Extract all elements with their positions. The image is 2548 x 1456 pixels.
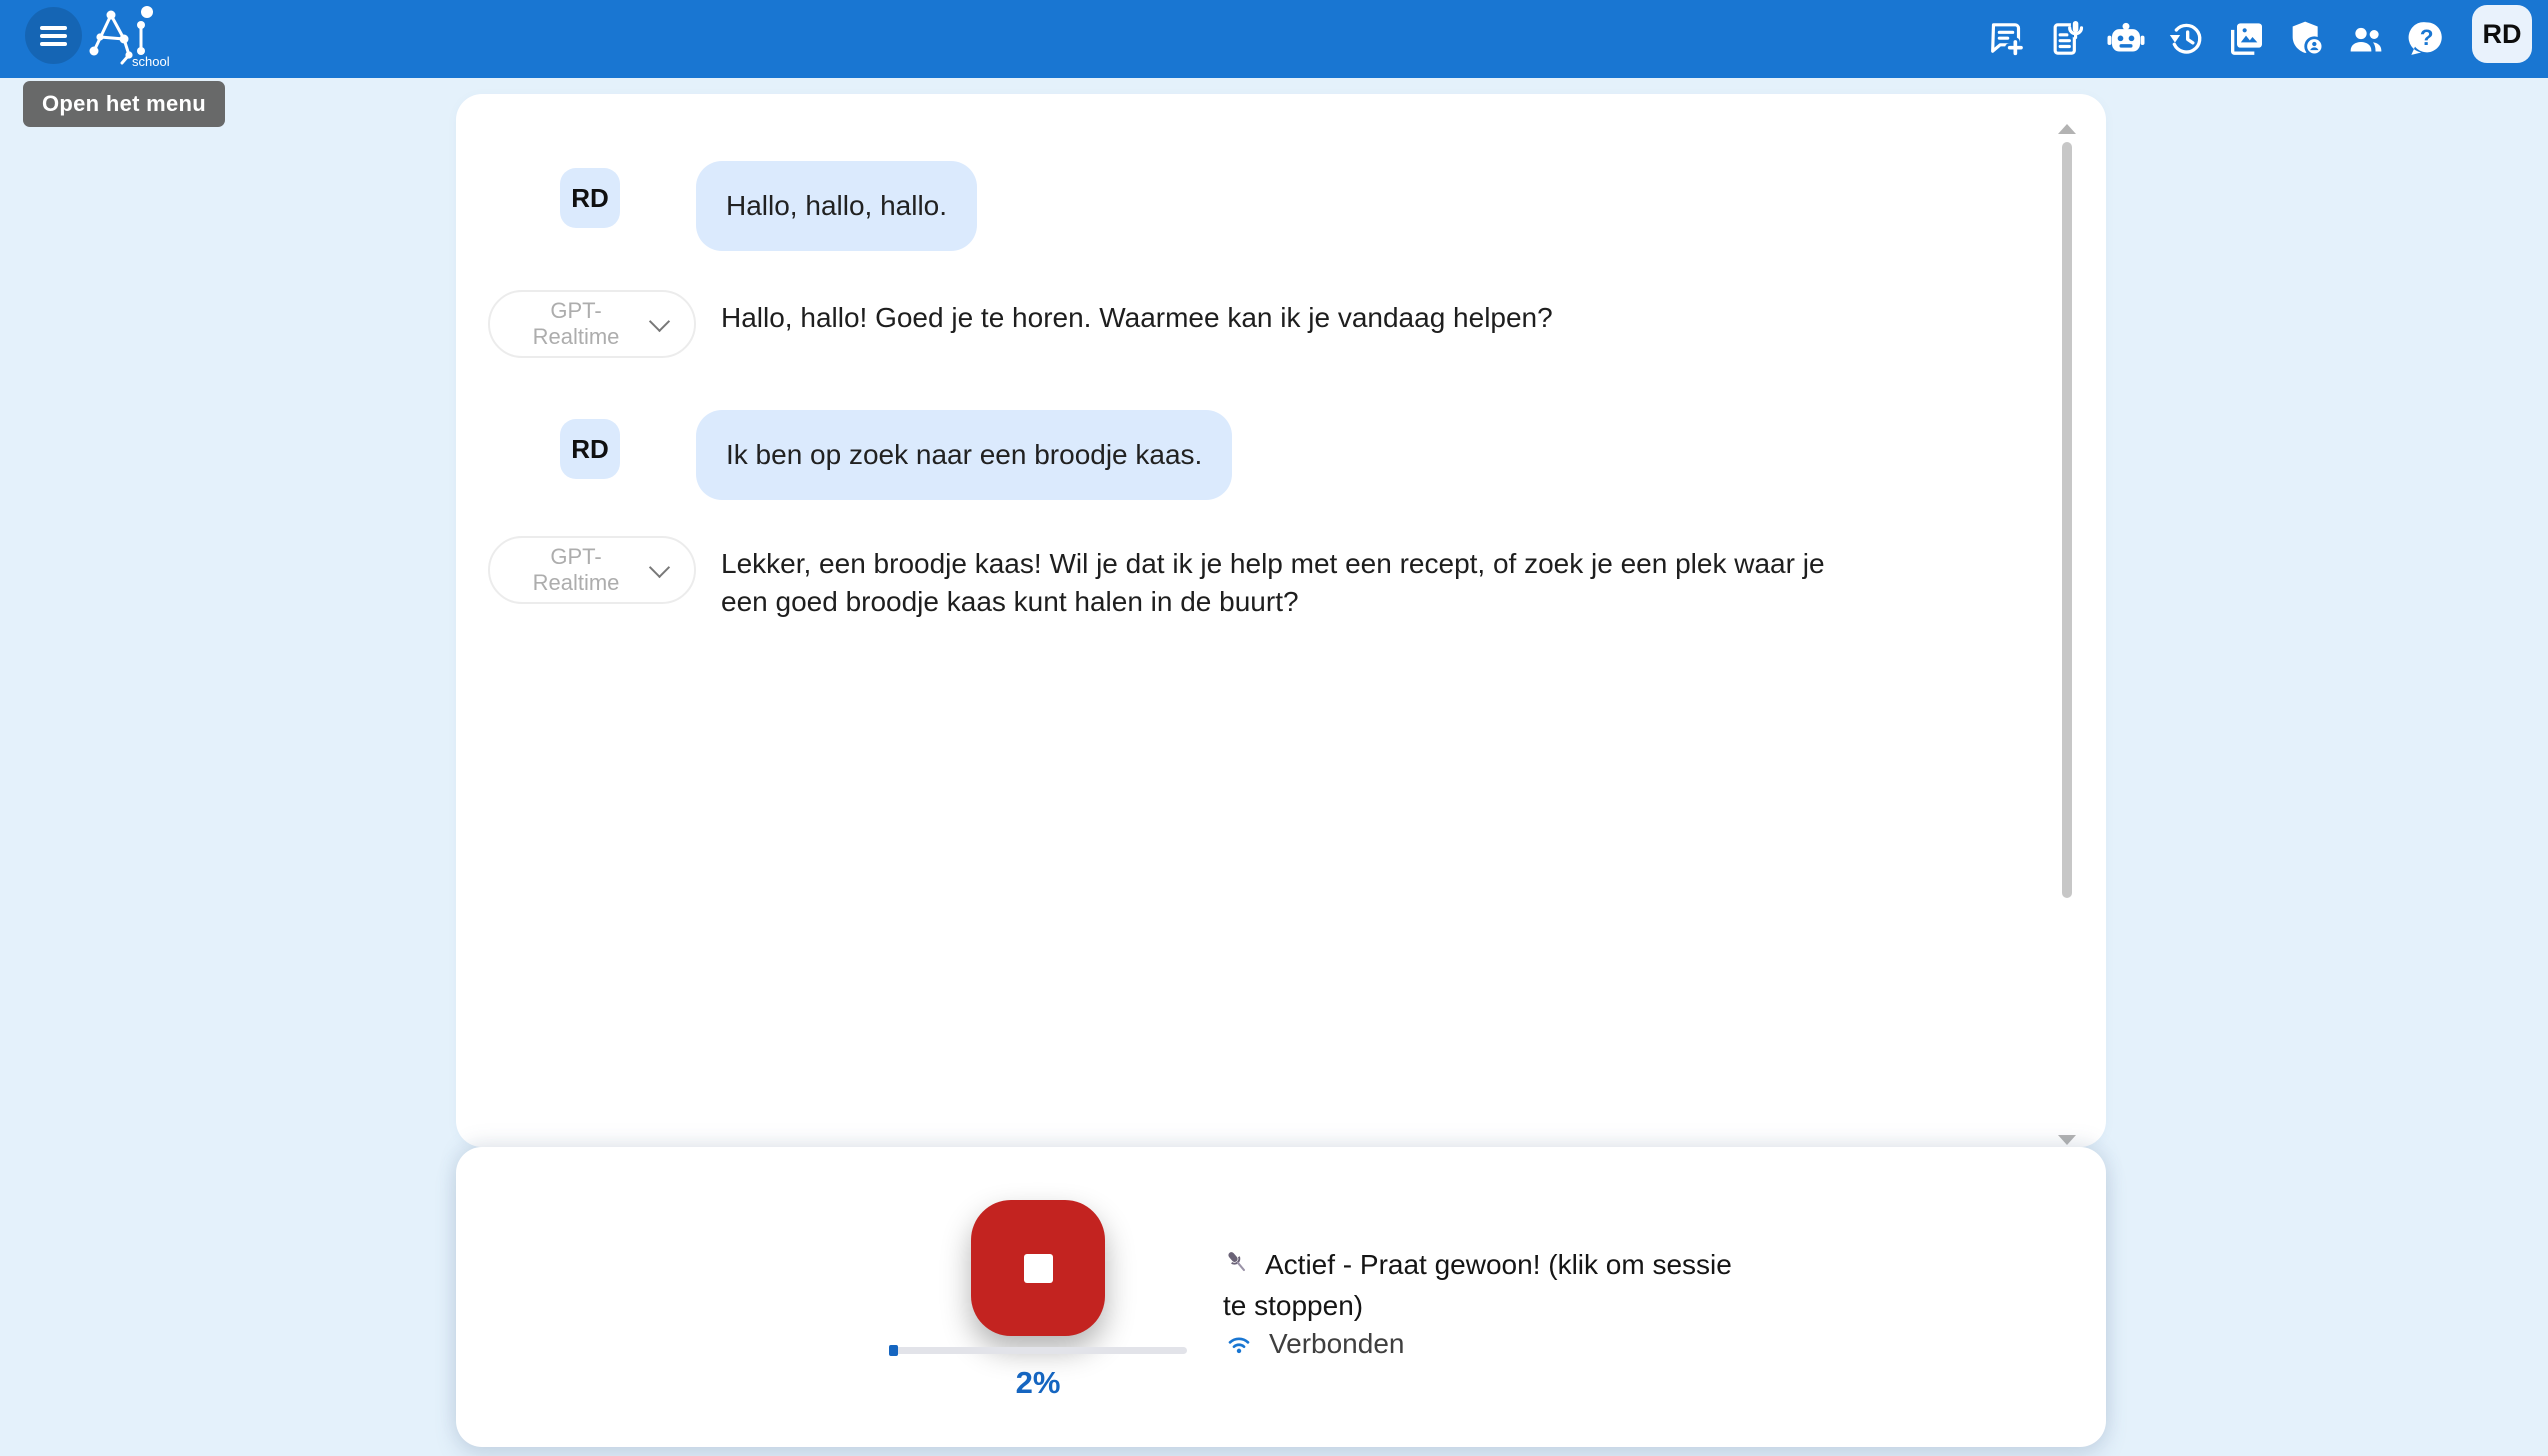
scrollbar-up-arrow[interactable]: [2058, 124, 2076, 134]
app-logo[interactable]: school: [84, 5, 184, 73]
chat-panel: RD Hallo, hallo, hallo. GPT-Realtime Hal…: [456, 94, 2106, 1147]
volume-progress-fill: [889, 1345, 898, 1356]
users-button[interactable]: [2346, 19, 2386, 59]
wifi-icon: [1223, 1330, 1255, 1358]
ai-school-logo-icon: school: [84, 5, 184, 73]
header-icon-group: ?: [1986, 0, 2446, 78]
model-label: GPT-Realtime: [512, 544, 640, 596]
user-message-bubble: Ik ben op zoek naar een broodje kaas.: [696, 410, 1232, 500]
model-selector[interactable]: GPT-Realtime: [488, 536, 696, 604]
history-icon: [2166, 19, 2206, 59]
new-chat-button[interactable]: [1986, 19, 2026, 59]
help-icon: ?: [2406, 19, 2446, 59]
admin-shield-icon: [2286, 19, 2326, 59]
media-library-icon: [2226, 19, 2266, 59]
session-status-text: Actief - Praat gewoon! (klik om sessie t…: [1223, 1249, 1732, 1321]
bot-icon: [2106, 19, 2146, 59]
admin-shield-button[interactable]: [2286, 19, 2326, 59]
media-library-button[interactable]: [2226, 19, 2266, 59]
hamburger-icon: [40, 26, 67, 30]
bot-button[interactable]: [2106, 19, 2146, 59]
microphone-icon: [1223, 1248, 1253, 1278]
voice-transcript-icon: [2046, 19, 2086, 59]
profile-avatar[interactable]: RD: [2472, 5, 2532, 63]
history-button[interactable]: [2166, 19, 2206, 59]
top-bar: school: [0, 0, 2548, 78]
session-status[interactable]: Actief - Praat gewoon! (klik om sessie t…: [1223, 1244, 1755, 1326]
logo-subtext: school: [132, 54, 170, 69]
chevron-down-icon: [649, 310, 670, 331]
voice-transcript-button[interactable]: [2046, 19, 2086, 59]
connection-status: Verbonden: [1223, 1328, 1404, 1360]
connection-status-text: Verbonden: [1269, 1328, 1404, 1360]
volume-progress-bar: [889, 1347, 1187, 1354]
stop-session-button[interactable]: [971, 1200, 1105, 1336]
menu-tooltip: Open het menu: [23, 81, 225, 127]
user-message-bubble: Hallo, hallo, hallo.: [696, 161, 977, 251]
voice-session-panel: 2% Actief - Praat gewoon! (klik om sessi…: [456, 1147, 2106, 1447]
new-chat-icon: [1986, 19, 2026, 59]
user-avatar: RD: [560, 419, 620, 479]
scrollbar-down-arrow[interactable]: [2058, 1135, 2076, 1145]
model-selector[interactable]: GPT-Realtime: [488, 290, 696, 358]
menu-button[interactable]: [25, 7, 82, 64]
model-label: GPT-Realtime: [512, 298, 640, 350]
users-icon: [2346, 19, 2386, 59]
chevron-down-icon: [649, 556, 670, 577]
volume-percent-label: 2%: [889, 1365, 1187, 1401]
assistant-message-text: Hallo, hallo! Goed je te horen. Waarmee …: [721, 299, 1553, 337]
svg-text:?: ?: [2420, 25, 2434, 50]
scrollbar-thumb[interactable]: [2062, 142, 2072, 898]
user-avatar: RD: [560, 168, 620, 228]
help-button[interactable]: ?: [2406, 19, 2446, 59]
stop-icon: [1024, 1254, 1053, 1283]
assistant-message-text: Lekker, een broodje kaas! Wil je dat ik …: [721, 545, 1871, 621]
